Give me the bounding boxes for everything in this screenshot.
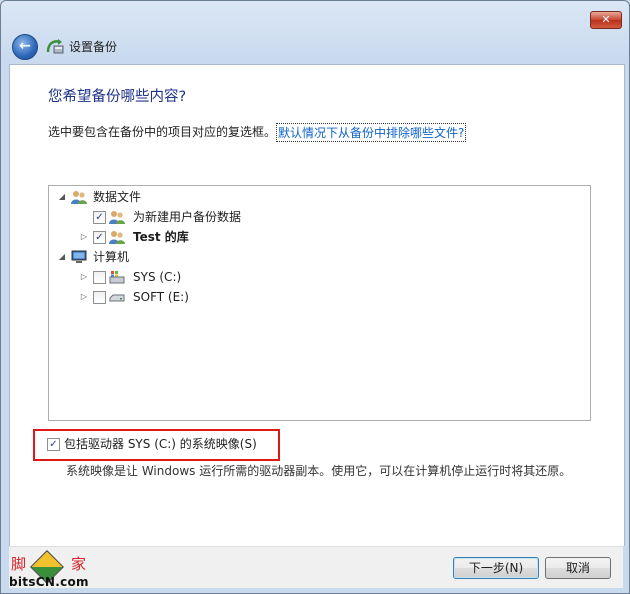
tree-node-label: Test 的库 <box>133 230 189 244</box>
tree-node-label: 数据文件 <box>93 190 142 204</box>
backup-icon <box>46 39 64 54</box>
close-icon: ✕ <box>601 13 611 26</box>
tree-node-sys-drive[interactable]: ▷ SYS (C:) <box>57 268 357 286</box>
watermark-text-left: 脚 <box>11 555 27 573</box>
next-button[interactable]: 下一步(N) <box>453 557 539 579</box>
tree-node-label: 计算机 <box>93 250 130 264</box>
collapsed-arrow-icon[interactable]: ▷ <box>79 268 89 286</box>
watermark-text-right: 家 <box>71 555 87 573</box>
new-users-checkbox[interactable]: ✓ <box>93 211 106 224</box>
tree-node-label: SYS (C:) <box>133 270 182 284</box>
button-bar: 下一步(N) 取消 <box>9 546 623 588</box>
tree-node-test-libraries[interactable]: ▷ ✓ Test 的库 <box>57 228 357 246</box>
window-frame: ✕ ← 设置备份 您希望备份哪些内容? 选中要包含在备份中的项目对应的复选框。 … <box>0 0 630 594</box>
back-arrow-icon: ← <box>19 38 31 54</box>
system-image-checkbox[interactable]: ✓ <box>47 438 60 451</box>
back-button[interactable]: ← <box>12 34 38 60</box>
page-heading: 您希望备份哪些内容? <box>48 89 187 105</box>
tree-node-computer[interactable]: ◢ 计算机 <box>57 248 357 266</box>
tree-node-soft-drive[interactable]: ▷ SOFT (E:) <box>57 288 357 306</box>
soft-drive-checkbox[interactable] <box>93 291 106 304</box>
users-icon <box>109 231 125 244</box>
collapsed-arrow-icon[interactable]: ▷ <box>79 288 89 306</box>
test-libraries-checkbox[interactable]: ✓ <box>93 231 106 244</box>
computer-icon <box>71 250 87 263</box>
expand-arrow-icon[interactable]: ◢ <box>57 248 67 266</box>
watermark-logo: 脚 家 bitsCN.com <box>9 550 89 593</box>
expand-arrow-icon[interactable]: ◢ <box>57 188 67 206</box>
watermark-text-en: bitsCN.com <box>9 575 89 589</box>
excluded-files-link[interactable]: 默认情况下从备份中排除哪些文件? <box>276 123 467 142</box>
tree-node-new-users[interactable]: ✓ 为新建用户备份数据 <box>57 208 357 226</box>
content-panel: 您希望备份哪些内容? 选中要包含在备份中的项目对应的复选框。 默认情况下从备份中… <box>9 64 625 546</box>
backup-items-tree[interactable]: ◢ 数据文件 ✓ 为新建用户备份数据 ▷ ✓ Test 的库 ◢ 计算机 ▷ S… <box>48 185 591 421</box>
tree-node-data-files[interactable]: ◢ 数据文件 <box>57 188 357 206</box>
system-drive-icon <box>109 271 125 284</box>
close-button[interactable]: ✕ <box>590 11 622 29</box>
cancel-button[interactable]: 取消 <box>545 557 611 579</box>
system-image-description: 系统映像是让 Windows 运行所需的驱动器副本。使用它，可以在计算机停止运行… <box>66 464 572 478</box>
instruction-text: 选中要包含在备份中的项目对应的复选框。 <box>48 125 277 139</box>
system-image-label[interactable]: 包括驱动器 SYS (C:) 的系统映像(S) <box>64 435 257 452</box>
tree-node-label: SOFT (E:) <box>133 290 189 304</box>
drive-icon <box>109 294 125 302</box>
window-title: 设置备份 <box>69 40 118 54</box>
tree-node-label: 为新建用户备份数据 <box>133 210 242 224</box>
sys-drive-checkbox[interactable] <box>93 271 106 284</box>
users-icon <box>109 211 125 224</box>
collapsed-arrow-icon[interactable]: ▷ <box>79 228 89 246</box>
users-icon <box>71 191 87 204</box>
